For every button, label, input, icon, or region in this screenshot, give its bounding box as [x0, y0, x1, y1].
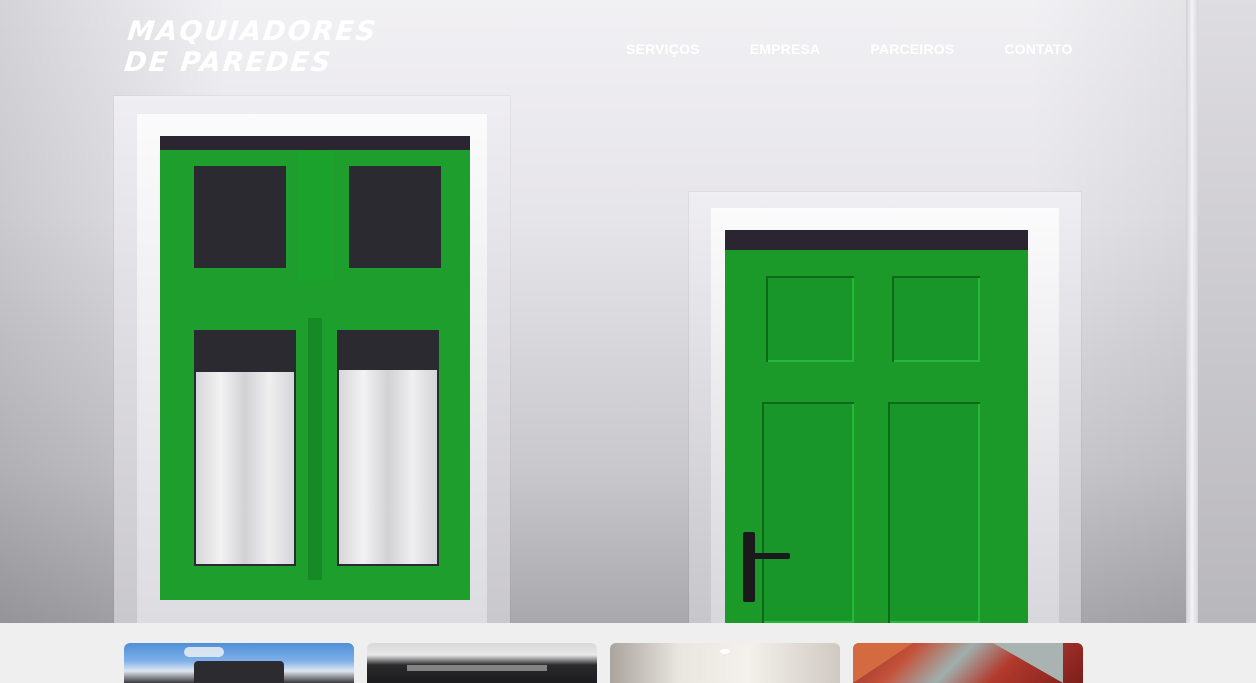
portfolio-cards — [124, 643, 1083, 683]
card-interior[interactable] — [610, 643, 840, 683]
card-building[interactable] — [124, 643, 354, 683]
main-nav: SERVIÇOS EMPRESA PARCEIROS CONTATO — [626, 41, 1073, 57]
nav-servicos[interactable]: SERVIÇOS — [626, 41, 700, 57]
wall-post — [1186, 0, 1198, 623]
logo-line-2: DE PAREDES — [122, 47, 335, 78]
card-geometric[interactable] — [853, 643, 1083, 683]
logo-line-1: MAQUIADORES — [126, 16, 379, 47]
site-logo[interactable]: MAQUIADORES DE PAREDES — [123, 16, 379, 78]
card-mural[interactable] — [367, 643, 597, 683]
nav-empresa[interactable]: EMPRESA — [750, 41, 821, 57]
nav-contato[interactable]: CONTATO — [1004, 41, 1072, 57]
nav-parceiros[interactable]: PARCEIROS — [870, 41, 954, 57]
hero-banner: MAQUIADORES DE PAREDES SERVIÇOS EMPRESA … — [0, 0, 1256, 623]
wall-side — [1198, 0, 1256, 623]
